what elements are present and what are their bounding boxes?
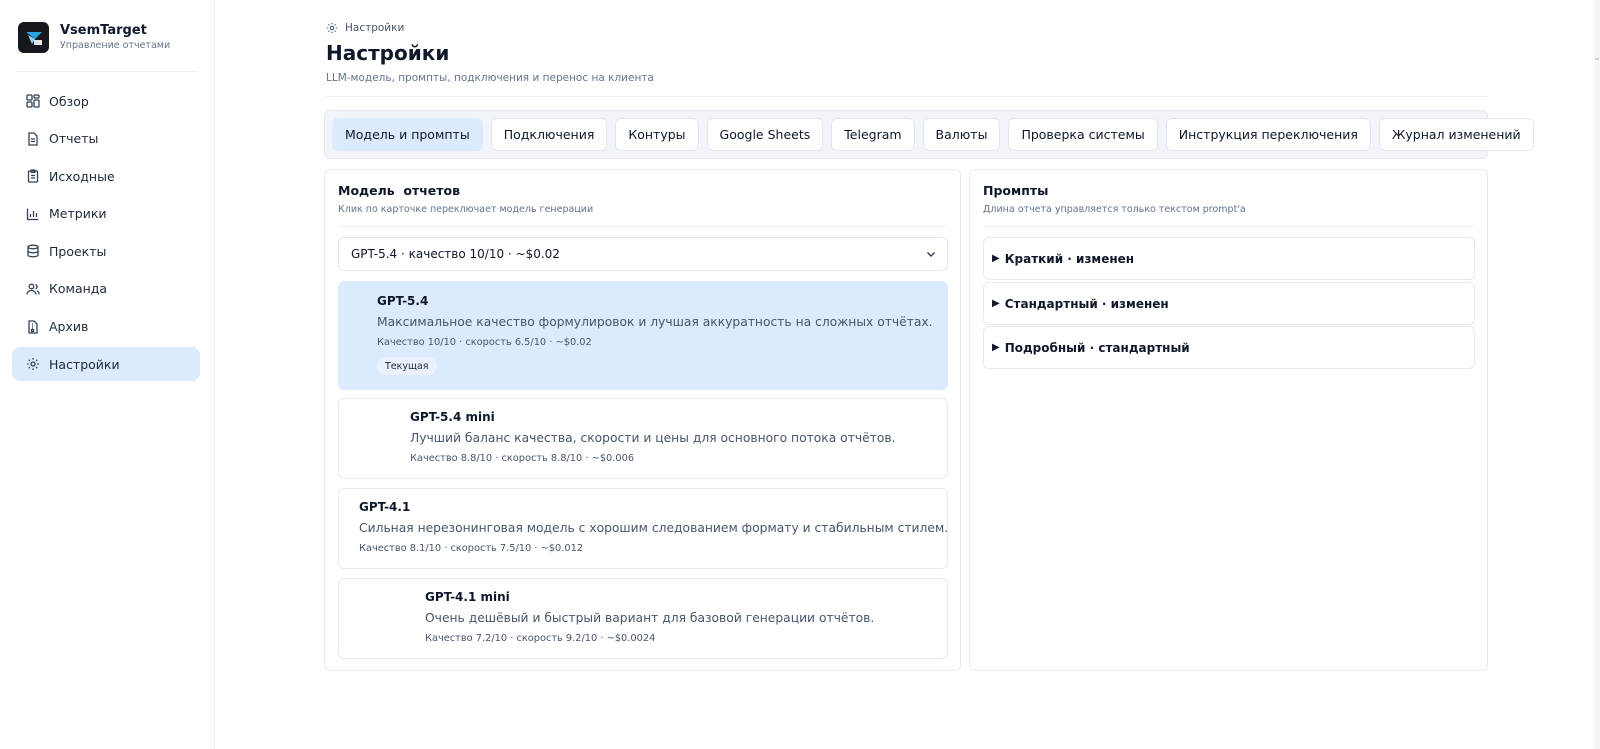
model-name: GPT-5.4 mini [410,410,495,424]
chevron-down-icon [925,248,937,260]
prompt-label: Стандартный · изменен [1004,296,1169,311]
sidebar-item-team[interactable]: Команда [12,272,200,306]
dashboard-icon [25,93,41,109]
sidebar-item-sources[interactable]: Исходные [12,159,200,193]
page-subtitle: LLM-модель, промпты, подключения и перен… [326,72,654,84]
expand-triangle-icon: ▶ [992,253,1000,264]
prompt-detailed[interactable]: ▶ Подробный · стандартный [983,326,1475,369]
model-name: GPT-5.4 [377,294,429,308]
model-description: Максимальное качество формулировок и луч… [377,315,933,329]
model-description: Лучший баланс качества, скорости и цены … [410,431,896,445]
sidebar-item-projects[interactable]: Проекты [12,234,200,268]
sidebar-item-reports[interactable]: Отчеты [12,122,200,156]
model-meta: Качество 10/10 · скорость 6.5/10 · ~$0.0… [377,337,592,348]
prompts-panel-divider [983,226,1475,227]
sidebar-item-label: Команда [49,281,108,297]
model-card-gpt-5-4-mini[interactable]: GPT-5.4 mini Лучший баланс качества, ско… [338,398,948,479]
model-select-value: GPT-5.4 · качество 10/10 · ~$0.02 [351,247,560,261]
database-icon [25,243,41,259]
tab-contours[interactable]: Контуры [615,118,699,151]
tab-changelog[interactable]: Журнал изменений [1378,118,1534,151]
expand-triangle-icon: ▶ [992,342,1000,353]
tab-telegram[interactable]: Telegram [831,118,915,151]
model-description: Сильная нерезонинговая модель с хорошим … [359,521,949,535]
sidebar: VsemTarget Управление отчетами Обзор Отч… [0,0,215,749]
tab-model-prompts[interactable]: Модель и промпты [332,118,483,151]
sidebar-item-label: Настройки [49,356,120,372]
page-title: Настройки [326,41,450,65]
sidebar-item-metrics[interactable]: Метрики [12,197,200,231]
bar-chart-icon [25,206,41,222]
document-icon [25,131,41,147]
gear-icon [25,356,41,372]
expand-triangle-icon: ▶ [992,298,1000,309]
brand-subtitle: Управление отчетами [60,40,171,51]
model-description: Очень дешёвый и быстрый вариант для базо… [425,611,875,625]
models-panel: Модель отчетов Клик по карточке переключ… [324,169,961,671]
clipboard-icon [25,168,41,184]
sidebar-item-label: Метрики [49,206,107,222]
prompts-panel-title: Промпты [983,183,1049,198]
model-card-gpt-4-1[interactable]: GPT-4.1 Сильная нерезонинговая модель с … [338,488,948,569]
brand-name: VsemTarget [60,23,147,38]
window-scrollbar[interactable] [1594,0,1600,749]
sidebar-item-label: Отчеты [49,131,99,147]
tab-currencies[interactable]: Валюты [922,118,1001,151]
prompts-panel-subtitle: Длина отчета управляется только текстом … [983,204,1246,215]
brand[interactable]: VsemTarget Управление отчетами [18,22,170,53]
header-divider [326,96,1488,97]
gear-icon [326,21,340,35]
tab-connections[interactable]: Подключения [490,118,608,151]
tab-switch-instructions[interactable]: Инструкция переключения [1165,118,1371,151]
sidebar-item-label: Обзор [49,93,89,109]
archive-file-icon [25,319,41,335]
sidebar-item-overview[interactable]: Обзор [12,84,200,118]
sidebar-item-archive[interactable]: Архив [12,310,200,344]
current-badge: Текущая [377,357,437,375]
settings-tabs: Модель и промпты Подключения Контуры Goo… [324,110,1534,159]
models-panel-subtitle: Клик по карточке переключает модель гене… [338,204,594,215]
sidebar-nav: Обзор Отчеты Исходные Метрики Проекты Ко… [12,84,200,385]
sidebar-item-label: Исходные [49,168,115,184]
model-meta: Качество 8.8/10 · скорость 8.8/10 · ~$0.… [410,453,635,464]
tab-system-check[interactable]: Проверка системы [1008,118,1158,151]
breadcrumb: Настройки [326,21,404,35]
sidebar-divider [16,71,198,72]
scrollbar-thumb[interactable] [1595,58,1599,60]
prompt-standard[interactable]: ▶ Стандартный · изменен [983,282,1475,325]
sidebar-item-label: Архив [49,319,89,335]
model-name: GPT-4.1 [359,500,411,514]
users-icon [25,281,41,297]
prompt-label: Подробный · стандартный [1004,340,1190,355]
model-select[interactable]: GPT-5.4 · качество 10/10 · ~$0.02 [338,237,948,271]
models-panel-title: Модель отчетов [338,183,460,198]
sidebar-item-settings[interactable]: Настройки [12,347,200,382]
model-name: GPT-4.1 mini [425,590,510,604]
prompt-label: Краткий · изменен [1004,251,1135,266]
model-meta: Качество 7.2/10 · скорость 9.2/10 · ~$0.… [425,633,656,644]
sidebar-item-label: Проекты [49,243,107,259]
breadcrumb-label[interactable]: Настройки [345,22,404,34]
model-meta: Качество 8.1/10 · скорость 7.5/10 · ~$0.… [359,543,584,554]
brand-logo-icon [18,22,49,53]
models-panel-divider [338,226,948,227]
prompts-panel: Промпты Длина отчета управляется только … [969,169,1488,671]
tab-google-sheets[interactable]: Google Sheets [706,118,824,151]
model-card-gpt-5-4[interactable]: GPT-5.4 Максимальное качество формулиров… [338,281,948,390]
model-card-gpt-4-1-mini[interactable]: GPT-4.1 mini Очень дешёвый и быстрый вар… [338,578,948,659]
prompt-short[interactable]: ▶ Краткий · изменен [983,237,1475,280]
